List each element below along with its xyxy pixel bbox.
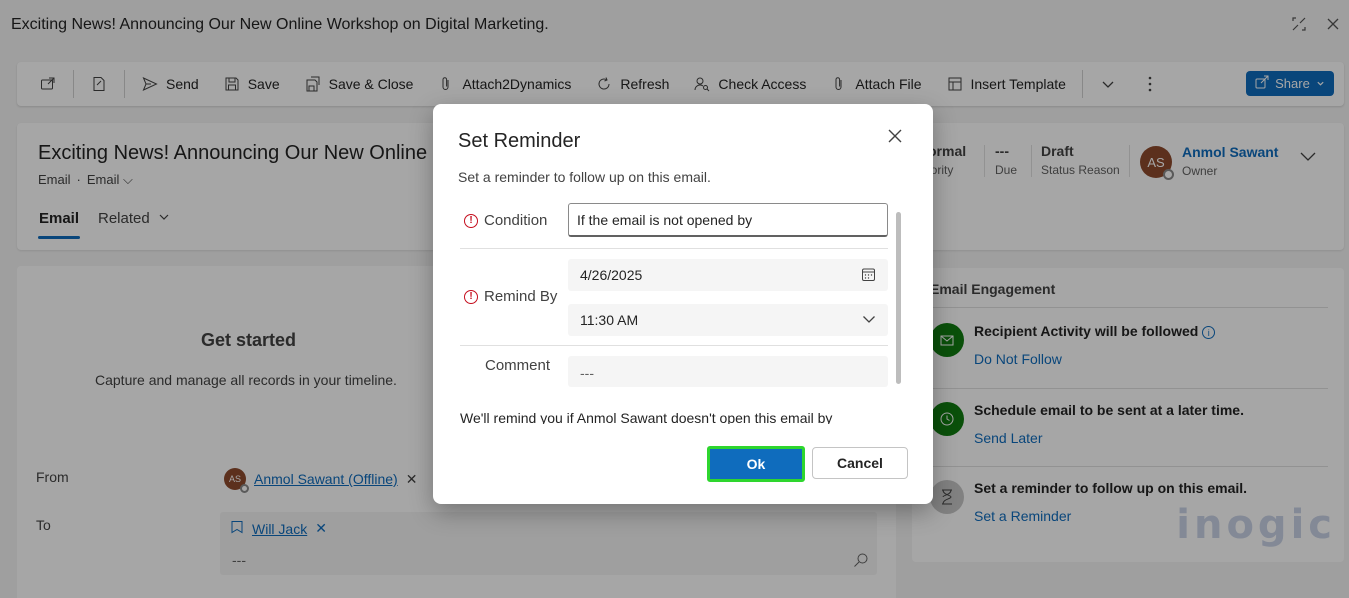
required-icon: ! [464,213,478,228]
divider [460,248,888,249]
date-input[interactable]: 4/26/2025 [568,259,888,291]
calendar-icon[interactable] [861,267,876,285]
time-select[interactable]: 11:30 AM [568,304,888,336]
email-form-window: Exciting News! Announcing Our New Online… [0,0,1349,598]
ok-button[interactable]: Ok [707,446,805,482]
close-icon[interactable] [887,128,905,146]
set-reminder-dialog: Set Reminder Set a reminder to follow up… [433,104,933,504]
comment-input[interactable]: --- [568,356,888,387]
chevron-down-icon [862,312,876,329]
cancel-button[interactable]: Cancel [812,447,908,479]
reminder-note: We'll remind you if Anmol Sawant doesn't… [460,410,833,424]
dialog-title: Set Reminder [458,130,581,152]
required-icon: ! [464,289,478,304]
condition-label: ! Condition [464,212,547,229]
divider [460,345,888,346]
dialog-scrollbar[interactable] [896,212,901,384]
dialog-description: Set a reminder to follow up on this emai… [458,169,711,185]
condition-input[interactable]: If the email is not opened by [568,203,888,237]
comment-label: Comment [485,357,551,374]
remind-by-label: ! Remind By [464,288,557,305]
